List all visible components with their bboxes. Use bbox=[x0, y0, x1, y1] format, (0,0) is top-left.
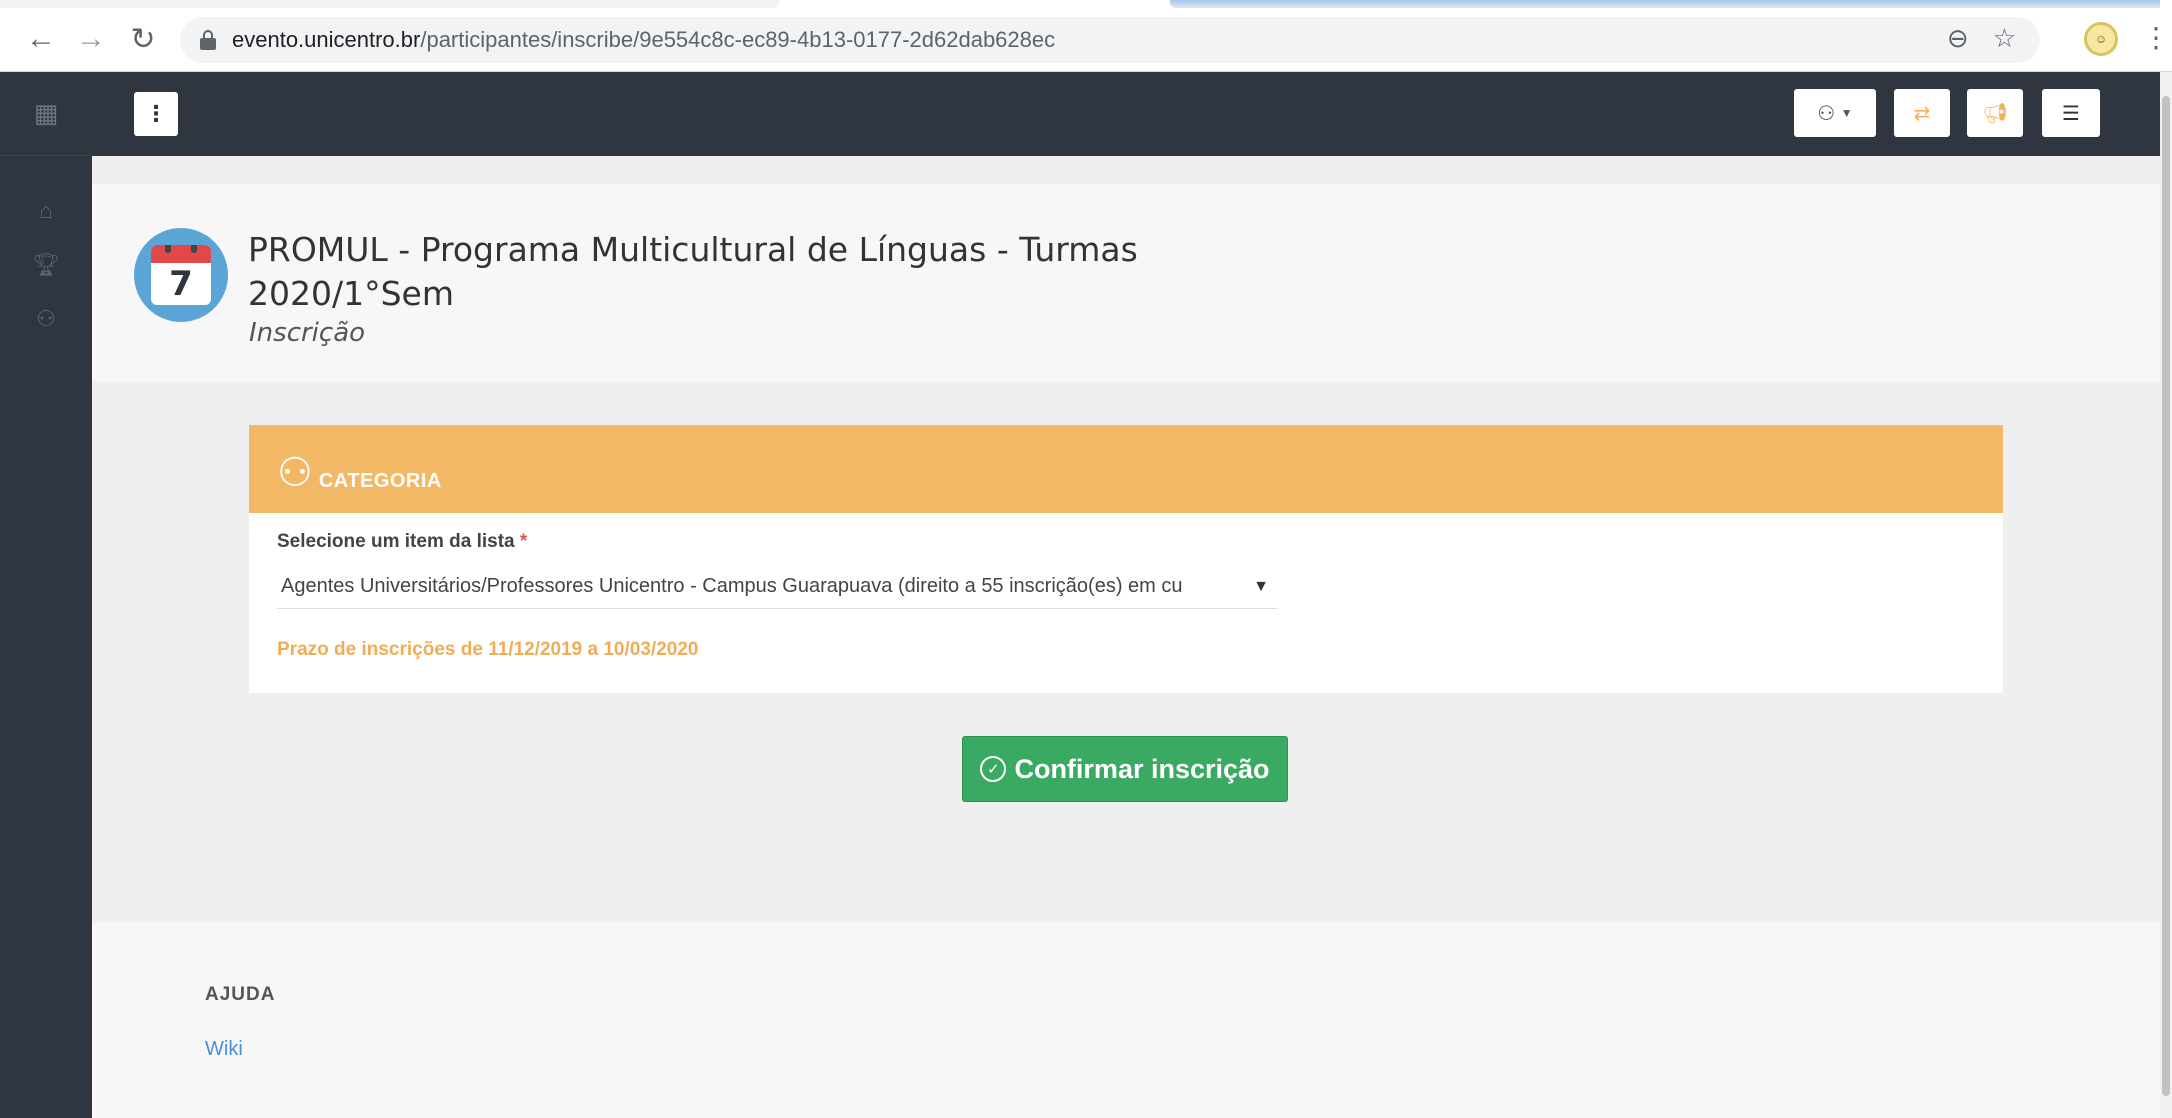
swap-icon: ⇄ bbox=[1913, 102, 1931, 125]
zoom-icon[interactable]: ⊖ bbox=[1947, 23, 1969, 54]
calendar-icon: 7 bbox=[134, 228, 228, 322]
trophy-icon[interactable]: 🏆︎ bbox=[0, 238, 92, 292]
main-content: 7 PROMUL - Programa Multicultural de Lín… bbox=[92, 156, 2160, 1118]
category-card-header: ⚇ CATEGORIA bbox=[249, 425, 2003, 513]
profile-avatar[interactable]: ☺ bbox=[2084, 22, 2118, 56]
event-header: 7 PROMUL - Programa Multicultural de Lín… bbox=[92, 184, 2160, 382]
list-button[interactable]: ☰ bbox=[2042, 89, 2100, 137]
page-subtitle: Inscrição bbox=[249, 318, 366, 348]
megaphone-icon: 📢︎ bbox=[1982, 102, 2008, 125]
tab-strip-right bbox=[1170, 0, 2160, 8]
dropdown-arrow-icon: ▼ bbox=[1253, 577, 1269, 595]
url-path: /participantes/inscribe/9e554c8c-ec89-4b… bbox=[420, 27, 1056, 52]
sidebar-toggle-button[interactable]: ⋮ bbox=[134, 92, 178, 136]
calendar-day: 7 bbox=[169, 264, 193, 304]
required-mark: * bbox=[519, 531, 528, 552]
users-icon[interactable]: ⚇ bbox=[0, 292, 92, 346]
tab-strip bbox=[0, 0, 780, 8]
switch-button[interactable]: ⇄ bbox=[1894, 89, 1950, 137]
category-select-value: Agentes Universitários/Professores Unice… bbox=[281, 575, 1183, 597]
address-bar[interactable]: evento.unicentro.br/participantes/inscri… bbox=[180, 17, 2040, 63]
page-scrollbar[interactable] bbox=[2160, 72, 2172, 1118]
announcements-button[interactable]: 📢︎ bbox=[1967, 89, 2023, 137]
category-title: CATEGORIA bbox=[318, 470, 442, 492]
url-host: evento.unicentro.br bbox=[232, 27, 421, 52]
help-heading: AJUDA bbox=[205, 984, 276, 1005]
browser-toolbar: ← → ↻ evento.unicentro.br/participantes/… bbox=[0, 0, 2172, 72]
check-circle-icon: ✓ bbox=[980, 756, 1007, 782]
page-title: PROMUL - Programa Multicultural de Língu… bbox=[248, 230, 1138, 313]
category-card: ⚇ CATEGORIA Selecione um item da lista *… bbox=[249, 425, 2003, 693]
caret-down-icon: ▼ bbox=[1840, 106, 1853, 120]
category-select[interactable]: Agentes Universitários/Professores Unice… bbox=[277, 565, 1277, 609]
home-icon[interactable]: ⌂ bbox=[0, 184, 92, 238]
footer: AJUDA Wiki bbox=[92, 922, 2160, 1118]
scroll-thumb[interactable] bbox=[2162, 96, 2170, 1096]
browser-menu-icon[interactable]: ⋮ bbox=[2142, 20, 2170, 56]
bookmark-star-icon[interactable]: ☆ bbox=[1993, 23, 2016, 54]
left-sidebar: ▦ ⌂ 🏆︎ ⚇ bbox=[0, 72, 92, 1118]
user-menu-button[interactable]: ⚇ ▼ bbox=[1794, 89, 1876, 137]
category-field-label-text: Selecione um item da lista bbox=[277, 531, 515, 552]
reload-icon[interactable]: ↻ bbox=[126, 22, 160, 56]
user-icon: ⚇ bbox=[1817, 102, 1836, 125]
registration-deadline: Prazo de inscrições de 11/12/2019 a 10/0… bbox=[277, 639, 699, 660]
wiki-link[interactable]: Wiki bbox=[205, 1038, 243, 1061]
list-icon: ☰ bbox=[2062, 102, 2080, 125]
calendar-brand-icon[interactable]: ▦ bbox=[0, 72, 92, 156]
lock-icon bbox=[200, 30, 216, 50]
confirm-registration-button[interactable]: ✓ Confirmar inscrição bbox=[962, 736, 1288, 802]
users-icon: ⚇ bbox=[277, 451, 313, 495]
forward-arrow-icon[interactable]: → bbox=[74, 22, 108, 56]
category-field-label: Selecione um item da lista * bbox=[277, 531, 1975, 553]
confirm-registration-label: Confirmar inscrição bbox=[1014, 753, 1270, 784]
app-topbar: ⋮ ⚇ ▼ ⇄ 📢︎ ☰ bbox=[92, 72, 2160, 156]
back-arrow-icon[interactable]: ← bbox=[24, 22, 58, 56]
